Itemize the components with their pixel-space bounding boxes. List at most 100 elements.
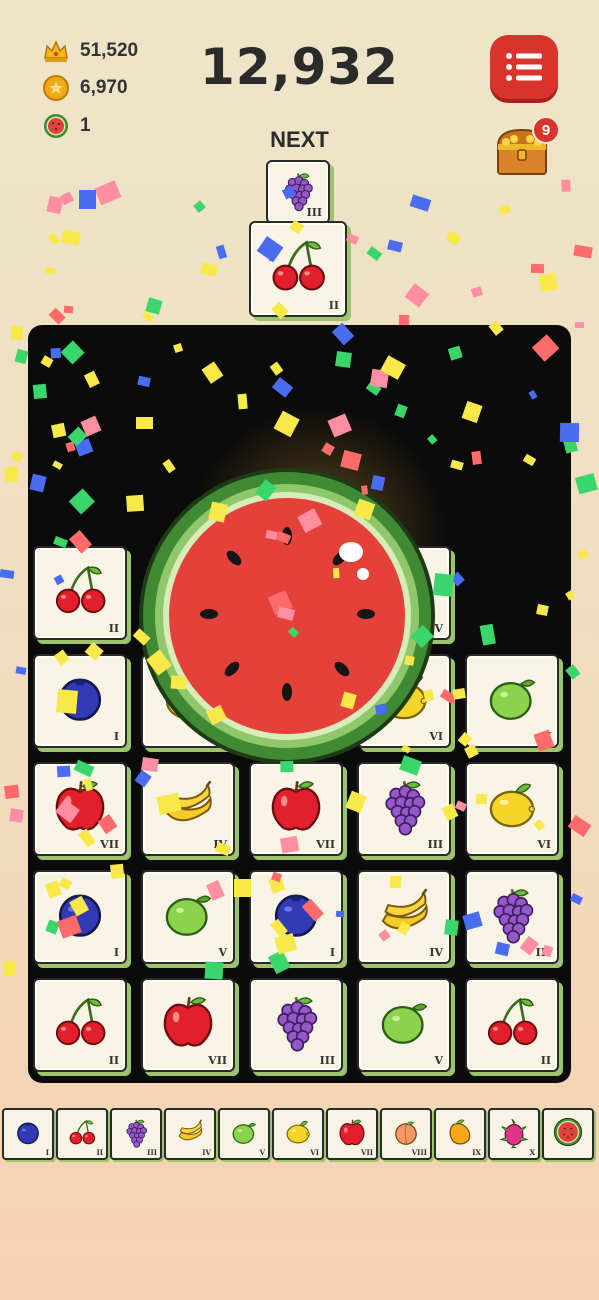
cherry-icon: [487, 998, 538, 1046]
lime-icon: [165, 895, 212, 937]
confetti-piece: [10, 450, 23, 463]
mango-icon: [449, 1119, 471, 1145]
legend-level: V: [259, 1148, 265, 1157]
confetti-piece: [15, 666, 27, 676]
tile-level: IV: [429, 946, 443, 959]
confetti-piece: [142, 310, 154, 323]
confetti-piece: [404, 283, 430, 308]
board-tile[interactable]: I: [249, 870, 343, 964]
board-tile[interactable]: VII: [141, 978, 235, 1072]
next-tile-preview[interactable]: III: [266, 160, 330, 224]
tile-level: VII: [316, 838, 335, 851]
cherry-icon: [55, 566, 106, 614]
apple-icon: [339, 1119, 365, 1145]
board-tile[interactable]: III: [249, 978, 343, 1072]
lime-icon: [232, 1122, 257, 1144]
confetti-piece: [366, 246, 383, 261]
confetti-piece: [470, 286, 484, 299]
board-tile[interactable]: I: [33, 870, 127, 964]
confetti-piece: [44, 266, 56, 275]
confetti-piece: [445, 230, 462, 247]
confetti-piece: [10, 325, 23, 341]
legend-tile-peach: VIII: [380, 1108, 432, 1160]
tile-level: I: [113, 730, 119, 743]
legend-tile-lime: V: [218, 1108, 270, 1160]
cherry-icon: [69, 1119, 96, 1145]
tile-level: II: [540, 1054, 551, 1067]
board-tile[interactable]: VI: [465, 762, 559, 856]
tile-level: II: [328, 299, 339, 312]
grape-icon: [385, 781, 426, 836]
confetti-piece: [346, 232, 360, 245]
confetti-piece: [61, 228, 82, 246]
legend-level: III: [147, 1148, 157, 1157]
blueberry-icon: [274, 894, 318, 938]
board-tile[interactable]: V: [141, 870, 235, 964]
board-tile[interactable]: IV: [357, 870, 451, 964]
confetti-piece: [530, 263, 545, 274]
board-tile[interactable]: III: [357, 762, 451, 856]
confetti-piece: [574, 472, 598, 494]
tile-level: VII: [100, 838, 119, 851]
confetti-piece: [46, 195, 65, 215]
board-tile[interactable]: V: [357, 978, 451, 1072]
tile-level: III: [427, 838, 443, 851]
board-tile[interactable]: III: [465, 870, 559, 964]
blueberry-icon: [58, 894, 102, 938]
board-tile[interactable]: II: [33, 546, 127, 640]
blueberry-icon: [58, 678, 102, 722]
apple-icon: [163, 997, 213, 1047]
confetti-piece: [63, 306, 74, 314]
menu-button[interactable]: [490, 35, 558, 99]
confetti-piece: [3, 960, 17, 977]
tile-level: V: [542, 730, 551, 743]
legend-level: VII: [361, 1148, 373, 1157]
confetti-piece: [0, 568, 15, 579]
tile-level: V: [434, 1054, 443, 1067]
board-tile[interactable]: IV: [141, 762, 235, 856]
legend-level: VI: [310, 1148, 319, 1157]
board-tile[interactable]: II: [465, 978, 559, 1072]
confetti-piece: [561, 180, 572, 193]
next-tile-current[interactable]: II: [249, 221, 347, 317]
confetti-piece: [567, 814, 592, 838]
apple-icon: [55, 781, 105, 831]
watermelon-icon: [553, 1117, 583, 1146]
banana-icon: [178, 1118, 203, 1140]
fruit-legend: I II III IV V VI VII VIII IX X: [0, 1108, 599, 1164]
board-tile[interactable]: VII: [249, 762, 343, 856]
confetti-piece: [538, 272, 559, 292]
confetti-piece: [193, 200, 206, 213]
confetti-piece: [499, 204, 512, 216]
cherry-icon: [272, 240, 325, 291]
grape-icon: [493, 889, 534, 944]
tile-level: II: [108, 622, 119, 635]
confetti-piece: [199, 262, 218, 278]
grape-icon: [126, 1119, 147, 1148]
tile-level: V: [218, 946, 227, 959]
board-tile[interactable]: VII: [33, 762, 127, 856]
apple-icon: [271, 781, 321, 831]
confetti-piece: [577, 548, 589, 560]
confetti-piece: [572, 244, 593, 260]
tile-level: III: [535, 946, 551, 959]
lemon-icon: [286, 1120, 310, 1144]
board-tile[interactable]: I: [33, 654, 127, 748]
cherry-icon: [55, 998, 106, 1046]
legend-level: IV: [202, 1148, 211, 1157]
tile-level: III: [306, 206, 322, 219]
legend-tile-mango: IX: [434, 1108, 486, 1160]
legend-tile-watermelon: [542, 1108, 594, 1160]
legend-tile-grape: III: [110, 1108, 162, 1160]
confetti-piece: [570, 892, 584, 905]
banana-icon: [381, 888, 428, 930]
confetti-piece: [409, 194, 431, 212]
lime-icon: [381, 1003, 428, 1045]
tile-level: III: [319, 1054, 335, 1067]
board-tile[interactable]: V: [465, 654, 559, 748]
board-tile[interactable]: II: [33, 978, 127, 1072]
confetti-piece: [574, 321, 585, 329]
confetti-piece: [3, 784, 20, 800]
legend-tile-cherry: II: [56, 1108, 108, 1160]
confetti-piece: [399, 314, 410, 325]
